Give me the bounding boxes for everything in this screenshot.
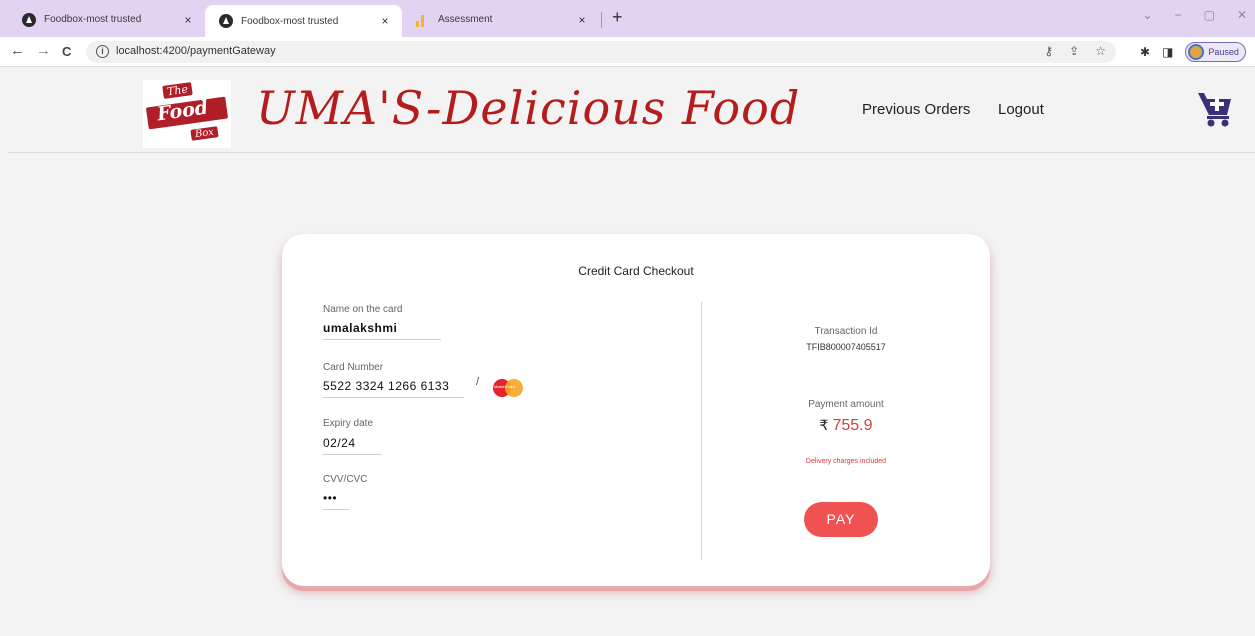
checkout-title: Credit Card Checkout [578, 264, 694, 278]
avatar [1188, 44, 1205, 60]
rupee-icon: ₹ [819, 417, 829, 433]
browser-toolbar: ← → C i localhost:4200/paymentGateway ⚷ … [0, 37, 1255, 67]
angular-favicon-icon [22, 12, 36, 27]
logo-text-box: Box [190, 126, 219, 141]
close-window-icon[interactable]: ✕ [1237, 8, 1247, 22]
delivery-note: Delivery charges included [805, 458, 887, 465]
cvv-field[interactable]: ••• [323, 491, 349, 510]
payment-amount: ₹755.9 [702, 417, 990, 435]
card-brand-text: MasterCard [494, 384, 515, 389]
transaction-label: Transaction Id [814, 326, 878, 337]
card-number-field[interactable]: 5522 3324 1266 6133 [323, 379, 464, 398]
side-panel-icon[interactable]: ◨ [1162, 45, 1173, 59]
foodbox-logo[interactable]: The Food Box [143, 80, 231, 148]
cvv-label: CVV/CVC [323, 474, 368, 485]
bookmark-star-icon[interactable]: ☆ [1095, 44, 1106, 58]
tab-close-icon[interactable]: × [181, 13, 195, 27]
browser-tab-foodbox-1[interactable]: Foodbox-most trusted × [8, 5, 205, 34]
toolbar-right: ✱ ◨ Paused ⋮ [1140, 42, 1255, 62]
maximize-icon[interactable]: ▢ [1204, 8, 1215, 22]
share-icon[interactable]: ⇪ [1069, 44, 1079, 58]
expiry-field[interactable]: 02/24 [323, 436, 381, 455]
name-label: Name on the card [323, 304, 403, 315]
browser-tab-foodbox-2[interactable]: Foodbox-most trusted × [205, 5, 402, 37]
tab-close-icon[interactable]: × [378, 14, 392, 28]
new-tab-button[interactable]: + [612, 7, 623, 28]
checkout-card: Credit Card Checkout Name on the card um… [282, 234, 990, 586]
tab-separator [601, 12, 602, 28]
extensions-puzzle-icon[interactable]: ✱ [1140, 45, 1150, 59]
pay-button[interactable]: PAY [804, 502, 878, 537]
amount-value: 755.9 [832, 417, 873, 434]
cart-plus-icon[interactable] [1198, 89, 1232, 127]
back-arrow-icon[interactable]: ← [10, 42, 25, 59]
forward-arrow-icon[interactable]: → [36, 42, 51, 59]
omnibox-actions: ⚷ ⇪ ☆ [1044, 44, 1106, 58]
logout-link[interactable]: Logout [998, 101, 1044, 118]
url-text[interactable]: localhost:4200/paymentGateway [116, 45, 276, 57]
profile-button[interactable]: Paused [1185, 42, 1246, 62]
previous-orders-link[interactable]: Previous Orders [862, 101, 970, 118]
minimize-icon[interactable]: − [1175, 8, 1182, 22]
mastercard-icon: MasterCard [493, 379, 525, 397]
browser-tabstrip: Foodbox-most trusted × Foodbox-most trus… [0, 0, 1255, 37]
tab-title: Assessment [438, 14, 493, 25]
tab-title: Foodbox-most trusted [44, 14, 142, 25]
logo-text-the: The [162, 82, 193, 99]
tab-close-icon[interactable]: × [575, 13, 589, 27]
reload-icon[interactable]: C [62, 44, 71, 59]
brand-title: UMA'S-Delicious Food [256, 81, 801, 135]
address-bar[interactable]: i localhost:4200/paymentGateway ⚷ ⇪ ☆ [86, 41, 1116, 63]
expiry-label: Expiry date [323, 418, 374, 429]
card-separator: / [476, 376, 480, 388]
site-info-icon[interactable]: i [96, 45, 109, 58]
app-header: The Food Box UMA'S-Delicious Food Previo… [8, 67, 1255, 153]
tab-title: Foodbox-most trusted [241, 15, 339, 27]
angular-favicon-icon [219, 14, 233, 28]
card-number-label: Card Number [323, 362, 384, 373]
profile-status: Paused [1208, 47, 1239, 57]
window-controls: ⌄ − ▢ ✕ [1143, 8, 1247, 22]
transaction-id: TFIB800007405517 [806, 342, 886, 352]
name-field[interactable]: umalakshmi [323, 321, 441, 340]
analytics-favicon-icon [416, 13, 430, 27]
browser-tab-assessment[interactable]: Assessment × [402, 5, 599, 34]
tab-search-icon[interactable]: ⌄ [1143, 8, 1153, 22]
amount-label: Payment amount [808, 399, 884, 410]
password-key-icon[interactable]: ⚷ [1044, 44, 1053, 58]
